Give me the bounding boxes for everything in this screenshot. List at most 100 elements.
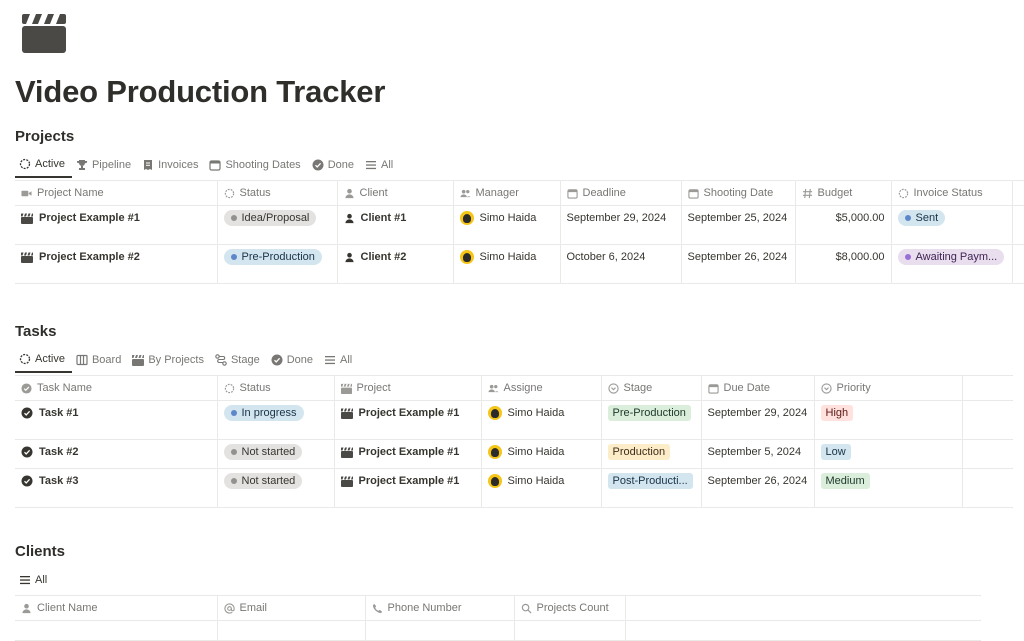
column-header[interactable]: Priority: [814, 375, 963, 401]
deadline-cell[interactable]: September 29, 2024: [560, 205, 682, 245]
column-header[interactable]: Client Name: [15, 595, 218, 621]
due-date-cell[interactable]: September 26, 2024: [701, 468, 815, 508]
client-cell[interactable]: Client #1: [337, 205, 454, 245]
column-header[interactable]: Deadline: [560, 180, 682, 206]
assignee-cell[interactable]: Simo Haida: [481, 468, 602, 508]
column-header[interactable]: Project Name: [15, 180, 218, 206]
priority-cell[interactable]: Medium: [814, 468, 963, 508]
due-date-cell[interactable]: September 29, 2024: [701, 400, 815, 440]
tab-projects-all[interactable]: All: [361, 152, 400, 178]
column-header[interactable]: Budget: [795, 180, 892, 206]
clapperboard-icon: [132, 355, 145, 366]
invoice-badge: Awaiting Paym...: [897, 249, 1005, 265]
shooting-date-cell[interactable]: September 26, 2024: [681, 244, 796, 284]
shooting-date-cell[interactable]: September 25, 2024: [681, 205, 796, 245]
column-header[interactable]: Due Date: [701, 375, 815, 401]
projects-view-tabs: Active Pipeline Invoices Shooting Dates …: [15, 152, 400, 178]
tab-tasks-done[interactable]: Done: [267, 347, 320, 373]
column-header[interactable]: Shooting Date: [681, 180, 796, 206]
project-cell[interactable]: Project Example #1: [334, 468, 482, 508]
column-header[interactable]: Stage: [601, 375, 702, 401]
clapperboard-icon: [22, 14, 66, 53]
column-header[interactable]: Status: [217, 375, 335, 401]
column-header[interactable]: Invoice Status: [891, 180, 1013, 206]
client-cell[interactable]: Client #2: [337, 244, 454, 284]
task-name-cell[interactable]: Task #1: [15, 400, 218, 440]
tab-clients-all[interactable]: All: [15, 567, 54, 593]
table-row[interactable]: Project Example #1 Idea/Proposal Client …: [15, 205, 1024, 245]
status-cell[interactable]: Idea/Proposal: [217, 205, 338, 245]
status-cell[interactable]: In progress: [217, 400, 335, 440]
project-name-cell[interactable]: Project Example #2: [15, 244, 218, 284]
projects-table: Project Name Status Client Manager Deadl…: [15, 180, 1024, 284]
invoice-status-cell[interactable]: Awaiting Paym...: [891, 244, 1013, 284]
people-icon: [487, 384, 499, 392]
projects-section-title[interactable]: Projects: [15, 128, 74, 145]
budget-cell[interactable]: $8,000.00: [795, 244, 892, 284]
status-cell[interactable]: Not started: [217, 439, 335, 469]
status-badge: Pre-Production: [223, 249, 322, 265]
status-cell[interactable]: Pre-Production: [217, 244, 338, 284]
column-header[interactable]: Client: [337, 180, 454, 206]
status-cell[interactable]: Not started: [217, 468, 335, 508]
tab-label: All: [35, 574, 48, 586]
table-row[interactable]: Task #3 Not started Project Example #1 S…: [15, 468, 1013, 508]
tab-label: By Projects: [148, 354, 204, 366]
project-cell[interactable]: Project Example #1: [334, 439, 482, 469]
table-row[interactable]: [15, 620, 981, 641]
stage-cell[interactable]: Pre-Production: [601, 400, 702, 440]
priority-tag: Low: [820, 444, 851, 460]
due-date-cell[interactable]: September 5, 2024: [701, 439, 815, 469]
column-header[interactable]: Email: [217, 595, 366, 621]
table-row[interactable]: Project Example #2 Pre-Production Client…: [15, 244, 1024, 284]
manager-cell[interactable]: Simo Haida: [453, 205, 561, 245]
tab-projects-shooting-dates[interactable]: Shooting Dates: [205, 152, 307, 178]
tab-projects-active[interactable]: Active: [15, 152, 72, 178]
people-icon: [459, 189, 471, 197]
table-row[interactable]: Task #2 Not started Project Example #1 S…: [15, 439, 1013, 469]
project-name-cell[interactable]: Project Example #1: [15, 205, 218, 245]
clients-section-title[interactable]: Clients: [15, 543, 65, 560]
tab-label: Pipeline: [91, 159, 132, 171]
stage-tag: Post-Producti...: [607, 473, 693, 489]
deadline-cell[interactable]: October 6, 2024: [560, 244, 682, 284]
column-header[interactable]: Assigne: [481, 375, 602, 401]
person-icon: [344, 252, 354, 262]
task-name-cell[interactable]: Task #3: [15, 468, 218, 508]
budget-cell[interactable]: $5,000.00: [795, 205, 892, 245]
tasks-view-tabs: Active Board By Projects Stage Done All: [15, 347, 359, 373]
column-header-spacer: [1012, 180, 1024, 206]
column-header[interactable]: Phone Number: [365, 595, 515, 621]
assignee-cell[interactable]: Simo Haida: [481, 439, 602, 469]
column-header[interactable]: Project: [334, 375, 482, 401]
check-circle-icon: [21, 475, 33, 487]
tab-projects-pipeline[interactable]: Pipeline: [72, 152, 138, 178]
priority-cell[interactable]: Low: [814, 439, 963, 469]
tab-projects-invoices[interactable]: Invoices: [138, 152, 205, 178]
tab-tasks-by-projects[interactable]: By Projects: [128, 347, 211, 373]
column-header[interactable]: Task Name: [15, 375, 218, 401]
person-icon: [22, 603, 31, 613]
column-header[interactable]: Projects Count: [514, 595, 626, 621]
column-header[interactable]: Status: [217, 180, 338, 206]
project-cell[interactable]: Project Example #1: [334, 400, 482, 440]
select-icon: [607, 382, 619, 394]
person-icon: [344, 213, 354, 223]
stage-cell[interactable]: Post-Producti...: [601, 468, 702, 508]
tab-projects-done[interactable]: Done: [308, 152, 361, 178]
tab-tasks-board[interactable]: Board: [72, 347, 128, 373]
tab-tasks-all[interactable]: All: [320, 347, 359, 373]
invoice-status-cell[interactable]: Sent: [891, 205, 1013, 245]
assignee-cell[interactable]: Simo Haida: [481, 400, 602, 440]
tasks-section-title[interactable]: Tasks: [15, 323, 56, 340]
stage-cell[interactable]: Production: [601, 439, 702, 469]
check-circle-icon: [312, 159, 324, 171]
task-name-cell[interactable]: Task #2: [15, 439, 218, 469]
column-header[interactable]: Manager: [453, 180, 561, 206]
tab-tasks-active[interactable]: Active: [15, 347, 72, 373]
table-row[interactable]: Task #1 In progress Project Example #1 S…: [15, 400, 1013, 440]
tab-tasks-stage[interactable]: Stage: [211, 347, 267, 373]
priority-cell[interactable]: High: [814, 400, 963, 440]
phone-icon: [372, 603, 382, 613]
manager-cell[interactable]: Simo Haida: [453, 244, 561, 284]
